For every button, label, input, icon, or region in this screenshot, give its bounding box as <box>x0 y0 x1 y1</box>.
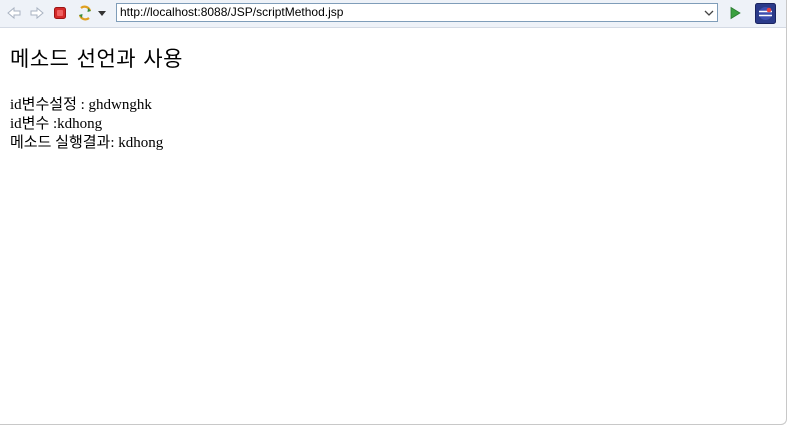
id-setting-line: id변수설정 : ghdwnghk <box>10 97 152 113</box>
page-title: 메소드 선언과 사용 <box>10 47 183 71</box>
go-play-icon[interactable] <box>726 4 744 22</box>
output-lines: id변수설정 : ghdwnghk id변수 :kdhong 메소드 실행결과:… <box>10 96 770 153</box>
refresh-icon[interactable] <box>76 4 94 22</box>
forward-arrow-icon[interactable] <box>28 4 46 22</box>
url-input[interactable] <box>117 4 699 21</box>
page-content: 메소드 선언과 사용 id변수설정 : ghdwnghk id변수 :kdhon… <box>10 44 770 153</box>
back-arrow-icon[interactable] <box>5 4 23 22</box>
menu-dropdown-icon[interactable] <box>95 4 109 22</box>
address-bar <box>116 3 718 22</box>
stop-icon[interactable] <box>51 4 69 22</box>
id-variable-line: id변수 :kdhong <box>10 116 103 132</box>
method-result-line: 메소드 실행결과: kdhong <box>10 135 164 151</box>
browser-toolbar <box>0 0 786 28</box>
browser-window: 메소드 선언과 사용 id변수설정 : ghdwnghk id변수 :kdhon… <box>0 0 787 425</box>
eclipse-browser-icon[interactable] <box>755 3 776 24</box>
chevron-down-icon[interactable] <box>700 4 717 21</box>
